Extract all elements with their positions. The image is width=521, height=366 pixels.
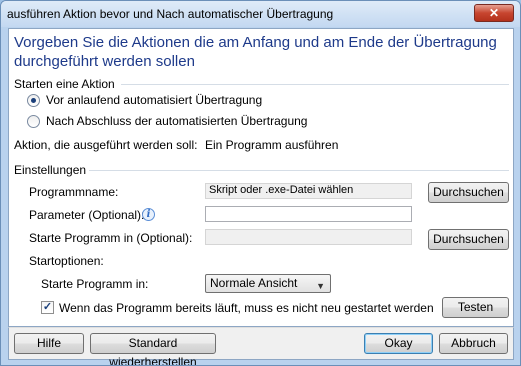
start-mode-label: Starte Programm in: bbox=[41, 277, 149, 291]
parameter-field[interactable] bbox=[205, 206, 412, 222]
info-icon[interactable]: i bbox=[142, 208, 155, 221]
help-button[interactable]: Hilfe bbox=[14, 333, 84, 354]
action-label: Aktion, die ausgeführt werden soll: bbox=[14, 138, 198, 152]
radio-after-transfer-indicator[interactable] bbox=[27, 114, 40, 128]
title-bar[interactable]: ausführen Aktion bevor und Nach automati… bbox=[1, 1, 520, 27]
start-mode-value: Normale Ansicht bbox=[210, 276, 298, 290]
action-value: Ein Programm ausführen bbox=[205, 138, 339, 152]
restart-checkbox[interactable]: ✓ bbox=[41, 301, 54, 314]
program-name-field[interactable]: Skript oder .exe-Datei wählen bbox=[205, 183, 412, 199]
chevron-down-icon: ▼ bbox=[316, 281, 325, 291]
settings-divider bbox=[89, 170, 509, 171]
start-in-field[interactable] bbox=[205, 229, 412, 245]
radio-before-transfer-label: Vor anlaufend automatisiert Übertragung bbox=[46, 93, 263, 107]
restore-defaults-button[interactable]: Standard wiederherstellen bbox=[90, 333, 216, 365]
radio-before-transfer[interactable]: Vor anlaufend automatisiert Übertragung bbox=[27, 92, 262, 108]
browse-program-button[interactable]: Durchsuchen bbox=[428, 182, 509, 203]
test-button[interactable]: Testen bbox=[442, 297, 509, 318]
browse-start-in-button[interactable]: Durchsuchen bbox=[428, 229, 509, 250]
radio-before-transfer-indicator[interactable] bbox=[27, 93, 40, 107]
radio-after-transfer[interactable]: Nach Abschluss der automatisierten Übert… bbox=[27, 113, 307, 129]
ok-button[interactable]: Okay bbox=[364, 333, 433, 354]
startoptions-label: Startoptionen: bbox=[29, 254, 104, 268]
start-mode-select[interactable]: Normale Ansicht ▼ bbox=[205, 274, 331, 293]
start-action-group-label: Starten eine Aktion bbox=[14, 77, 115, 91]
program-name-label: Programmname: bbox=[29, 185, 119, 199]
dialog-footer: Hilfe Standard wiederherstellen Okay Abb… bbox=[8, 327, 514, 365]
restart-checkbox-label: Wenn das Programm bereits läuft, muss es… bbox=[59, 301, 434, 315]
window-title: ausführen Aktion bevor und Nach automati… bbox=[7, 7, 334, 21]
close-button[interactable]: ✕ bbox=[474, 4, 514, 22]
cancel-button[interactable]: Abbruch bbox=[439, 333, 508, 354]
radio-after-transfer-label: Nach Abschluss der automatisierten Übert… bbox=[46, 114, 308, 128]
close-icon: ✕ bbox=[488, 6, 500, 20]
start-in-label: Starte Programm in (Optional): bbox=[29, 231, 193, 245]
dialog-window: ausführen Aktion bevor und Nach automati… bbox=[0, 0, 521, 366]
parameter-label: Parameter (Optional): bbox=[29, 208, 145, 222]
start-action-divider bbox=[121, 84, 509, 85]
dialog-content: Vorgeben Sie die Aktionen die am Anfang … bbox=[8, 28, 514, 327]
settings-group-label: Einstellungen bbox=[14, 163, 87, 177]
page-title: Vorgeben Sie die Aktionen die am Anfang … bbox=[14, 34, 497, 70]
